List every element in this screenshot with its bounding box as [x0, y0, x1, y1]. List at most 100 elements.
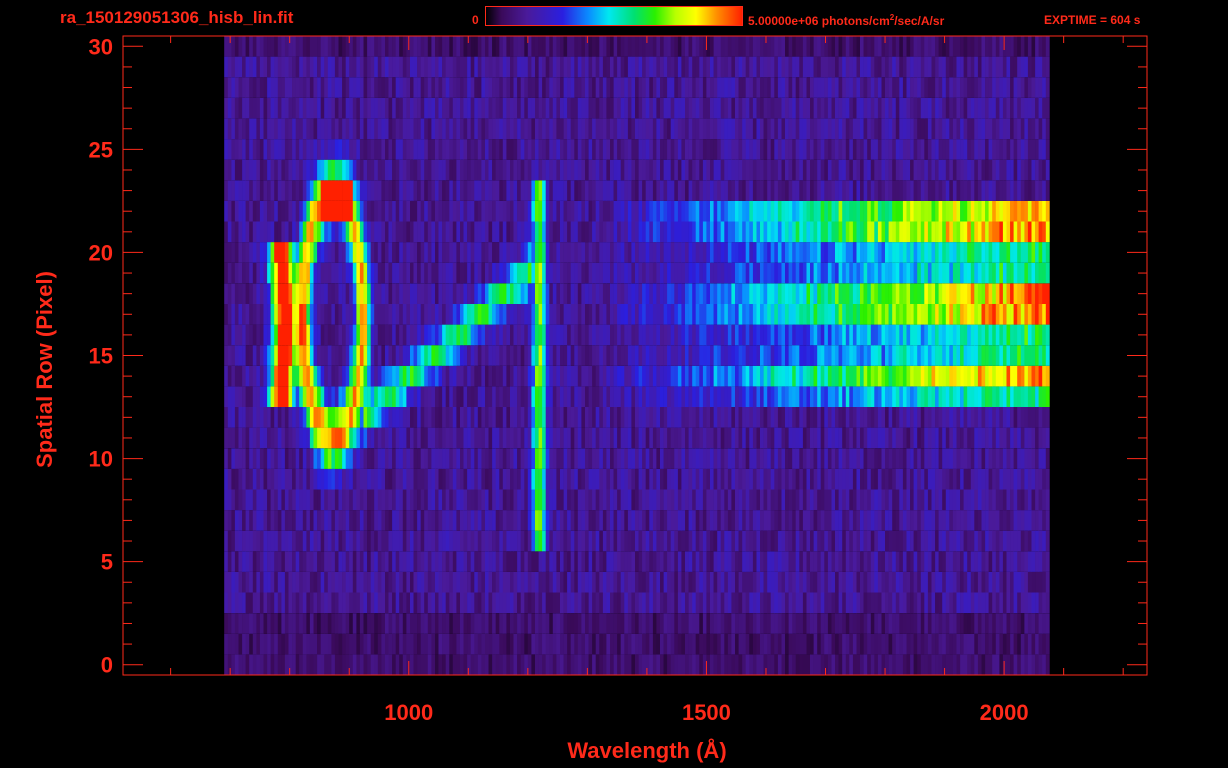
heatmap-cell	[1024, 468, 1029, 490]
heatmap-cell	[560, 571, 564, 593]
heatmap-cell	[810, 489, 814, 511]
heatmap-cell	[917, 407, 922, 428]
heatmap-cell	[695, 551, 700, 572]
heatmap-cell	[227, 427, 232, 449]
heatmap-cell	[327, 510, 332, 531]
heatmap-cell	[756, 592, 761, 614]
heatmap-cell	[888, 613, 893, 634]
heatmap-cell	[424, 345, 429, 366]
heatmap-cell	[845, 242, 850, 263]
heatmap-cell	[945, 592, 950, 614]
heatmap-cell	[656, 530, 661, 552]
heatmap-cell	[956, 407, 961, 428]
heatmap-cell	[292, 304, 296, 325]
heatmap-cell	[224, 613, 229, 634]
heatmap-cell	[1035, 654, 1039, 675]
heatmap-cell	[531, 283, 536, 304]
heatmap-cell	[974, 386, 979, 407]
heatmap-cell	[856, 489, 861, 511]
heatmap-cell	[660, 283, 664, 304]
heatmap-cell	[331, 386, 336, 407]
heatmap-cell	[506, 551, 511, 572]
heatmap-cell	[852, 345, 857, 366]
heatmap-cell	[481, 489, 486, 511]
heatmap-cell	[777, 510, 782, 531]
heatmap-cell	[385, 407, 389, 428]
heatmap-cell	[227, 633, 232, 655]
heatmap-cell	[620, 510, 625, 531]
heatmap-cell	[838, 407, 843, 428]
heatmap-cell	[581, 448, 586, 469]
heatmap-cell	[938, 242, 943, 263]
heatmap-cell	[263, 654, 268, 675]
heatmap-cell	[506, 324, 511, 346]
heatmap-cell	[988, 427, 993, 449]
heatmap-cell	[438, 304, 443, 325]
heatmap-cell	[417, 654, 421, 675]
heatmap-cell	[502, 407, 507, 428]
heatmap-cell	[656, 468, 661, 490]
heatmap-cell	[492, 221, 496, 243]
heatmap-cell	[917, 304, 922, 325]
heatmap-cell	[738, 530, 743, 552]
heatmap-cell	[349, 510, 354, 531]
heatmap-cell	[502, 365, 507, 387]
heatmap-cell	[742, 365, 747, 387]
heatmap-cell	[592, 468, 596, 490]
heatmap-cell	[334, 283, 339, 304]
heatmap-cell	[370, 448, 375, 469]
heatmap-cell	[660, 510, 664, 531]
heatmap-cell	[849, 345, 854, 366]
heatmap-cell	[799, 551, 804, 572]
heatmap-cell	[824, 551, 829, 572]
heatmap-cell	[1002, 262, 1007, 284]
heatmap-cell	[427, 448, 432, 469]
heatmap-cell	[1017, 592, 1022, 614]
heatmap-cell	[549, 262, 554, 284]
heatmap-cell	[377, 654, 382, 675]
heatmap-cell	[924, 510, 929, 531]
heatmap-cell	[392, 613, 396, 634]
heatmap-cell	[899, 571, 904, 593]
heatmap-cell	[238, 571, 243, 593]
heatmap-cell	[527, 324, 532, 346]
heatmap-cell	[442, 407, 446, 428]
heatmap-cell	[420, 221, 425, 243]
heatmap-cell	[395, 242, 400, 263]
heatmap-cell	[517, 304, 521, 325]
heatmap-cell	[760, 571, 764, 593]
heatmap-cell	[510, 427, 514, 449]
heatmap-cell	[309, 530, 314, 552]
heatmap-cell	[702, 468, 707, 490]
heatmap-cell	[417, 324, 421, 346]
heatmap-cell	[1006, 386, 1011, 407]
heatmap-cell	[724, 530, 729, 552]
heatmap-cell	[342, 221, 346, 243]
heatmap-cell	[595, 242, 600, 263]
heatmap-cell	[731, 633, 736, 655]
heatmap-cell	[977, 448, 982, 469]
heatmap-cell	[613, 510, 618, 531]
heatmap-cell	[395, 324, 400, 346]
heatmap-cell	[438, 551, 443, 572]
heatmap-cell	[256, 242, 261, 263]
heatmap-cell	[488, 345, 493, 366]
heatmap-cell	[838, 530, 843, 552]
heatmap-cell	[452, 262, 457, 284]
heatmap-cell	[642, 448, 646, 469]
heatmap-cell	[381, 613, 386, 634]
heatmap-cell	[460, 304, 464, 325]
heatmap-cell	[495, 324, 500, 346]
heatmap-cell	[370, 510, 375, 531]
heatmap-cell	[467, 407, 471, 428]
heatmap-cell	[435, 510, 439, 531]
heatmap-cell	[667, 365, 671, 387]
heatmap-cell	[749, 324, 754, 346]
heatmap-cell	[517, 386, 521, 407]
heatmap-cell	[256, 468, 261, 490]
heatmap-cell	[245, 242, 250, 263]
heatmap-cell	[717, 613, 722, 634]
heatmap-cell	[627, 489, 632, 511]
heatmap-cell	[431, 427, 436, 449]
heatmap-cell	[652, 427, 657, 449]
